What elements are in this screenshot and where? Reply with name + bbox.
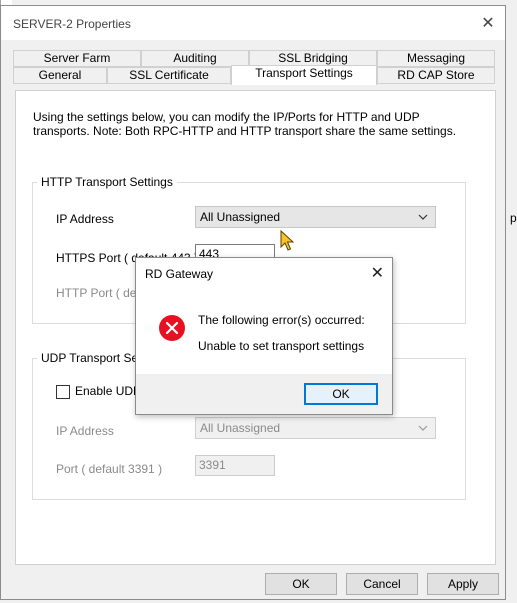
chevron-down-icon xyxy=(418,425,428,431)
tab-rd-cap-store[interactable]: RD CAP Store xyxy=(377,67,495,84)
udp-port-label: Port ( default 3391 ) xyxy=(56,462,163,476)
tab-messaging[interactable]: Messaging xyxy=(377,50,495,67)
chevron-down-icon xyxy=(418,214,428,220)
dialog-message-detail: Unable to set transport settings xyxy=(198,339,365,353)
tab-transport-settings[interactable]: Transport Settings xyxy=(231,65,377,85)
http-ip-value: All Unassigned xyxy=(200,210,281,224)
ok-button[interactable]: OK xyxy=(265,573,337,595)
http-ip-select[interactable]: All Unassigned xyxy=(195,206,436,228)
udp-port-input[interactable]: 3391 xyxy=(195,455,275,476)
dialog-close-icon[interactable]: ✕ xyxy=(371,263,384,283)
tab-server-farm[interactable]: Server Farm xyxy=(13,50,141,67)
udp-ip-select[interactable]: All Unassigned xyxy=(195,417,436,439)
http-group-title: HTTP Transport Settings xyxy=(37,175,177,189)
error-icon xyxy=(159,315,185,341)
enable-udp-checkbox[interactable] xyxy=(56,385,70,399)
tab-general[interactable]: General xyxy=(13,67,107,84)
dialog-message-heading: The following error(s) occurred: xyxy=(198,313,365,327)
udp-ip-label: IP Address xyxy=(56,424,114,438)
window-titlebar: SERVER-2 Properties ✕ xyxy=(1,6,505,40)
cancel-button[interactable]: Cancel xyxy=(346,573,418,595)
error-dialog: RD Gateway ✕ The following error(s) occu… xyxy=(135,257,393,415)
apply-button[interactable]: Apply xyxy=(427,573,499,595)
dialog-ok-button[interactable]: OK xyxy=(304,383,378,405)
http-ip-label: IP Address xyxy=(56,212,114,226)
tab-ssl-certificate[interactable]: SSL Certificate xyxy=(107,67,231,84)
description-text: Using the settings below, you can modify… xyxy=(33,110,457,138)
dialog-content: RD Gateway ✕ The following error(s) occu… xyxy=(136,258,392,374)
window-title: SERVER-2 Properties xyxy=(13,17,131,31)
background-window-text: plic xyxy=(510,211,517,225)
mouse-cursor-icon xyxy=(280,230,295,251)
dialog-title: RD Gateway xyxy=(145,267,214,281)
close-icon[interactable]: ✕ xyxy=(471,6,505,40)
udp-ip-value: All Unassigned xyxy=(200,421,281,435)
